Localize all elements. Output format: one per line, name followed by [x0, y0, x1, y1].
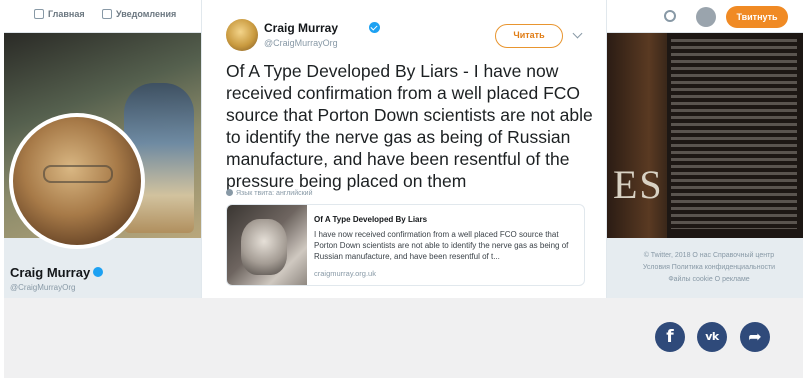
link-card-domain: craigmurray.org.uk [314, 269, 376, 278]
twitter-footer-links: © Twitter, 2018 О нас Справочный центр У… [618, 250, 800, 286]
nav-notifications-label: Уведомления [116, 9, 177, 19]
footer-line-2[interactable]: Условия Политика конфиденциальности [618, 262, 800, 274]
share-facebook-button[interactable]: f [655, 322, 685, 352]
footer-line-3[interactable]: Файлы cookie О рекламе [618, 274, 800, 286]
tweet-author-avatar[interactable] [226, 19, 258, 51]
tweet-text: Of A Type Developed By Liars - I have no… [226, 61, 593, 191]
compose-tweet-button[interactable]: Твитнуть [726, 6, 788, 28]
profile-avatar[interactable] [9, 113, 145, 249]
book-text-image [671, 39, 797, 229]
link-card-title: Of A Type Developed By Liars [314, 215, 428, 224]
follow-button[interactable]: Читать [495, 24, 563, 48]
nav-notifications[interactable]: Уведомления [102, 9, 176, 19]
chevron-down-icon[interactable] [572, 28, 583, 39]
tweet-author-handle[interactable]: @CraigMurrayOrg [264, 38, 338, 48]
book-title-letters: ES [613, 162, 664, 207]
facebook-icon: f [666, 327, 674, 347]
tweet-language-label: Язык твита: английский [236, 190, 313, 197]
tweet-author-name[interactable]: Craig Murray [264, 21, 338, 35]
screenshot-stage: Главная Уведомления Твитнуть ES Craig Mu… [0, 0, 807, 381]
nav-home[interactable]: Главная [34, 9, 85, 19]
thumbnail-portrait-shape [241, 219, 287, 275]
share-arrow-icon: ➦ [748, 327, 762, 346]
nav-home-label: Главная [48, 9, 85, 19]
avatar-glasses-shape [43, 165, 113, 183]
profile-banner-right: ES [607, 33, 803, 238]
home-icon [34, 9, 44, 19]
account-avatar[interactable] [696, 7, 716, 27]
link-preview-card[interactable]: Of A Type Developed By Liars I have now … [226, 204, 585, 286]
verified-icon [93, 267, 104, 277]
link-card-description: I have now received confirmation from a … [314, 230, 569, 261]
share-bar: f vk ➦ [4, 298, 803, 378]
profile-handle[interactable]: @CraigMurrayOrg [10, 283, 75, 292]
embedded-tweet: Craig Murray @CraigMurrayOrg Читать Of A… [201, 0, 607, 298]
bell-icon [102, 9, 112, 19]
share-vk-button[interactable]: vk [697, 322, 727, 352]
profile-name-text: Craig Murray [10, 265, 91, 280]
verified-badge-icon [369, 22, 380, 33]
footer-line-1[interactable]: © Twitter, 2018 О нас Справочный центр [618, 250, 800, 262]
profile-name[interactable]: Craig Murray [10, 265, 104, 280]
share-forward-button[interactable]: ➦ [740, 322, 770, 352]
vk-icon: vk [705, 330, 719, 343]
link-thumbnail-image [227, 205, 307, 285]
tweet-language-note[interactable]: Язык твита: английский [226, 189, 313, 197]
globe-icon [226, 189, 233, 196]
search-icon[interactable] [664, 10, 676, 22]
